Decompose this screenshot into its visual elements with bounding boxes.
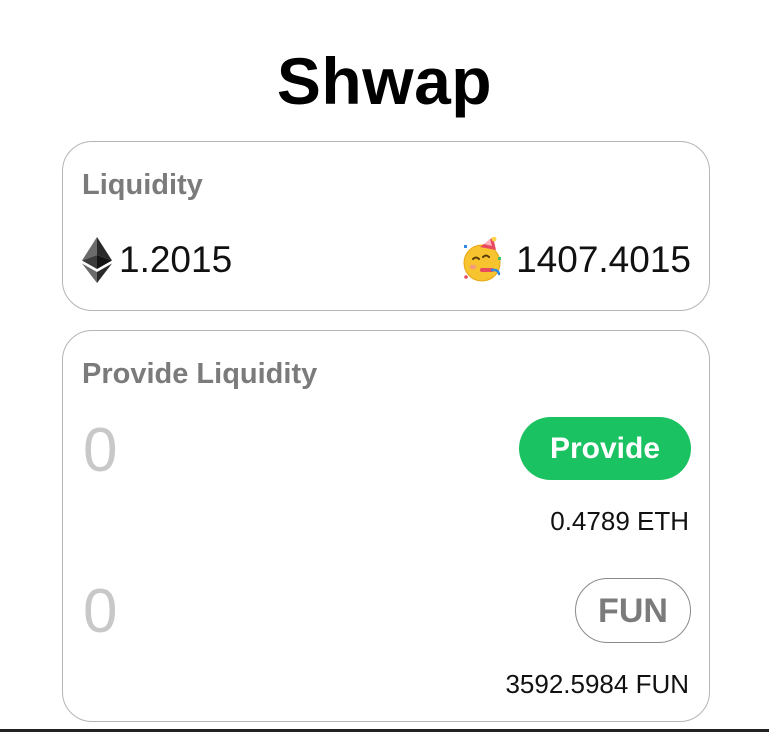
provide-button[interactable]: Provide: [519, 417, 691, 480]
ethereum-icon: [82, 237, 112, 283]
token-select-button[interactable]: FUN: [575, 578, 691, 643]
eth-liquidity: 1.2015: [81, 237, 232, 283]
token-liquidity: 1407.4015: [460, 237, 691, 283]
provide-liquidity-card: Provide Liquidity Provide 0.4789 ETH FUN…: [62, 330, 710, 722]
eth-wallet-balance: 0.4789 ETH: [550, 506, 689, 536]
partying-face-emoji-icon: [463, 237, 502, 282]
token-wallet-balance: 3592.5984 FUN: [505, 669, 689, 699]
eth-liquidity-value: 1.2015: [119, 239, 233, 280]
liquidity-title: Liquidity: [82, 169, 203, 201]
liquidity-card: Liquidity 1.2015 1407.4015: [62, 141, 710, 311]
eth-amount-input[interactable]: [83, 416, 343, 486]
provide-liquidity-title: Provide Liquidity: [82, 358, 318, 390]
app-title: Shwap: [276, 44, 493, 118]
token-liquidity-value: 1407.4015: [516, 239, 691, 280]
token-amount-input[interactable]: [83, 577, 343, 647]
